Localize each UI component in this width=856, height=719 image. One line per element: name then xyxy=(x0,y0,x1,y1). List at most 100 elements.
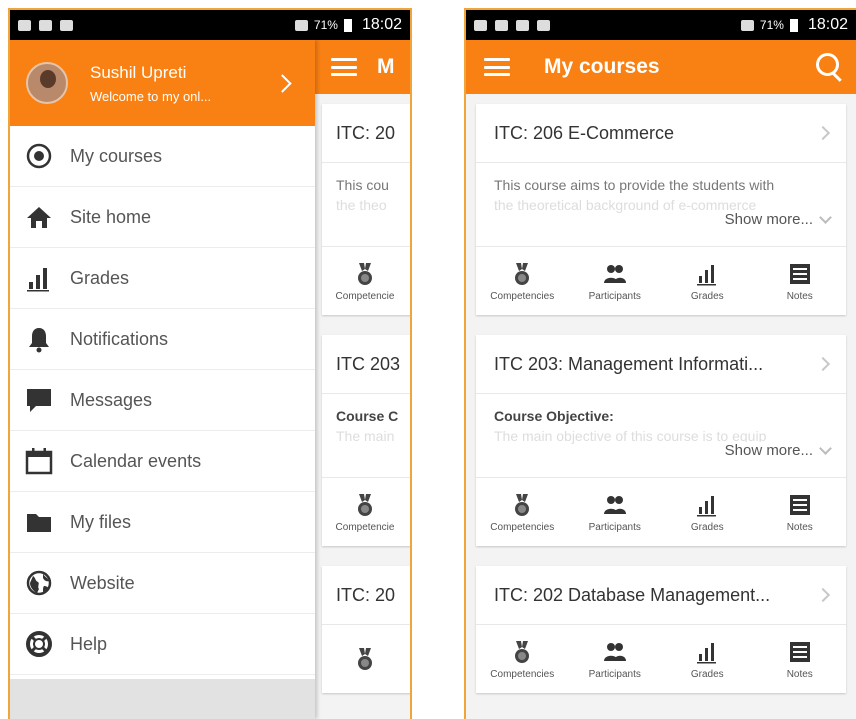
drawer-item-site-home[interactable]: Site home xyxy=(10,187,315,248)
lifebuoy-icon xyxy=(26,631,52,657)
user-welcome: Welcome to my onl... xyxy=(90,88,212,104)
medal-icon xyxy=(515,493,530,516)
drawer-item-messages[interactable]: Messages xyxy=(10,370,315,431)
medal-icon xyxy=(515,640,530,663)
action-label: Competencies xyxy=(490,521,555,533)
app-bar-title-cut: M xyxy=(377,55,395,78)
app-bar-behind: M xyxy=(315,40,410,94)
course-card[interactable]: ITC: 206 E-Commerce This course aims to … xyxy=(476,104,846,315)
course-title[interactable]: ITC: 20 xyxy=(336,585,410,606)
show-more-label: Show more... xyxy=(724,211,813,228)
status-bar: 71% 18:02 xyxy=(10,10,410,40)
list-icon xyxy=(789,263,810,284)
action-label: Grades xyxy=(690,668,724,680)
phone-screen-drawer: 71% 18:02 M ITC: 20 This cou the theo Co… xyxy=(8,8,412,719)
action-label: Competencies xyxy=(490,668,555,680)
notes-button[interactable]: Notes xyxy=(754,625,847,693)
action-label: Participants xyxy=(588,521,641,533)
phone-screen-courses: 71% 18:02 My courses ITC: 206 E-Commerce… xyxy=(464,8,856,719)
competencies-button[interactable]: Competencies xyxy=(476,247,569,315)
participants-button[interactable]: Participants xyxy=(569,478,662,546)
drawer-item-website[interactable]: Website xyxy=(10,553,315,614)
grades-button[interactable]: Grades xyxy=(661,625,754,693)
competencies-button[interactable]: Competencies xyxy=(476,478,569,546)
course-summary-block: Course Objective: The main objective of … xyxy=(476,394,846,478)
battery-icon xyxy=(343,18,352,32)
bar-chart-icon xyxy=(697,495,717,516)
drawer-item-label: Site home xyxy=(70,206,152,227)
drawer-item-calendar-events[interactable]: Calendar events xyxy=(10,431,315,492)
competencies-button[interactable]: Competencies xyxy=(476,625,569,693)
course-card[interactable]: ITC: 202 Database Management... Competen… xyxy=(476,566,846,693)
battery-percent: 71% xyxy=(313,18,338,32)
drawer-item-my-courses[interactable]: My courses xyxy=(10,126,315,187)
globe-icon xyxy=(26,570,52,596)
course-header[interactable]: ITC: 202 Database Management... xyxy=(476,566,846,625)
menu-icon[interactable] xyxy=(331,58,357,76)
grades-button[interactable]: Grades xyxy=(661,478,754,546)
course-summary: Course C xyxy=(336,408,399,424)
show-more-button[interactable]: Show more... xyxy=(718,211,832,228)
competencies-button[interactable] xyxy=(322,625,408,693)
action-label: Participants xyxy=(588,668,641,680)
user-name: Sushil Upreti xyxy=(90,62,187,82)
chevron-right-icon xyxy=(815,125,831,141)
action-label: Participants xyxy=(588,290,641,302)
notes-button[interactable]: Notes xyxy=(754,247,847,315)
action-label: Notes xyxy=(786,521,813,533)
save-icon xyxy=(537,19,550,31)
course-card[interactable]: ITC: 20 xyxy=(322,566,410,693)
course-header[interactable]: ITC 203: Management Informati... xyxy=(476,335,846,394)
course-actions: Competencies Participants Grades Notes xyxy=(476,478,846,546)
list-icon xyxy=(789,641,810,662)
page-title: My courses xyxy=(544,55,660,78)
grades-button[interactable]: Grades xyxy=(661,247,754,315)
course-list-behind: ITC: 20 This cou the theo Competencie IT… xyxy=(322,104,410,713)
chevron-right-icon xyxy=(815,587,831,603)
competencies-button[interactable]: Competencie xyxy=(322,478,408,546)
chevron-right-icon xyxy=(273,73,292,93)
bar-chart-icon xyxy=(697,264,717,285)
drawer-item-label: Website xyxy=(70,572,135,593)
show-more-button[interactable]: Show more... xyxy=(718,442,832,459)
drawer-user-header[interactable]: Sushil Upreti Welcome to my onl... xyxy=(10,40,315,126)
notes-button[interactable]: Notes xyxy=(754,478,847,546)
people-icon xyxy=(603,264,626,283)
course-title[interactable]: ITC 203 xyxy=(336,354,410,375)
course-card[interactable]: ITC 203: Management Informati... Course … xyxy=(476,335,846,546)
search-icon[interactable] xyxy=(814,51,846,83)
medal-icon xyxy=(358,493,372,516)
course-card[interactable]: ITC 203 Course C The main Competencie xyxy=(322,335,410,546)
course-header[interactable]: ITC: 206 E-Commerce xyxy=(476,104,846,163)
course-summary-block: This course aims to provide the students… xyxy=(476,163,846,247)
course-card[interactable]: ITC: 20 This cou the theo Competencie xyxy=(322,104,410,315)
action-label: Competencie xyxy=(335,521,395,533)
competencies-button[interactable]: Competencie xyxy=(322,247,408,315)
participants-button[interactable]: Participants xyxy=(569,625,662,693)
drawer-item-label: My courses xyxy=(70,145,163,166)
action-label: Competencies xyxy=(490,290,555,302)
drawer-item-label: Calendar events xyxy=(70,450,202,471)
medal-icon xyxy=(515,262,530,285)
chevron-down-icon xyxy=(819,211,832,224)
chevron-down-icon xyxy=(819,442,832,455)
action-label: Competencie xyxy=(335,290,395,302)
status-time: 18:02 xyxy=(807,16,848,33)
status-bar: 71% 18:02 xyxy=(466,10,856,40)
app-bar: My courses xyxy=(466,40,856,94)
drawer-item-notifications[interactable]: Notifications xyxy=(10,309,315,370)
bar-chart-icon xyxy=(697,642,717,663)
radio-target-icon xyxy=(26,143,52,169)
notification-icon xyxy=(18,19,31,31)
image-icon xyxy=(495,19,508,31)
drawer-item-help[interactable]: Help xyxy=(10,614,315,675)
participants-button[interactable]: Participants xyxy=(569,247,662,315)
menu-icon[interactable] xyxy=(484,58,510,76)
signal-icon xyxy=(740,19,754,31)
save-icon xyxy=(60,19,73,31)
course-title[interactable]: ITC: 20 xyxy=(336,123,410,144)
drawer-item-my-files[interactable]: My files xyxy=(10,492,315,553)
drawer-item-grades[interactable]: Grades xyxy=(10,248,315,309)
course-title: ITC: 206 E-Commerce xyxy=(494,122,675,143)
course-summary: This cou xyxy=(336,177,389,193)
